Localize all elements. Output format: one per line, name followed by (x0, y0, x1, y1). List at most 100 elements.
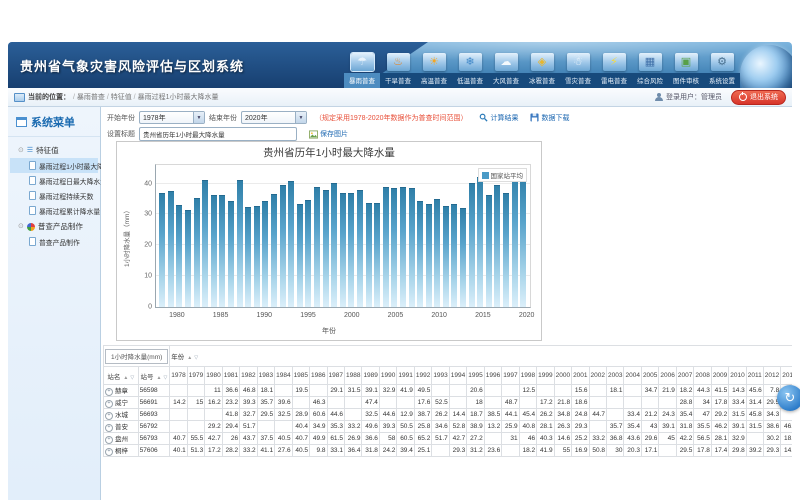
bar-1983[interactable] (202, 180, 208, 307)
bar-1981[interactable] (185, 210, 191, 307)
expander-icon[interactable]: ⊙ (18, 223, 24, 230)
breadcrumb-part[interactable]: 暴雨普查 (77, 94, 105, 101)
bar-1987[interactable] (237, 180, 243, 307)
nav-snow-disaster-survey[interactable]: ☃雪灾普查 (560, 44, 596, 88)
floating-refresh-widget[interactable]: ↻ (777, 385, 800, 411)
bar-1985[interactable] (219, 195, 225, 307)
nav-comprehensive-risk[interactable]: ▦综合风险 (632, 44, 668, 88)
bar-2000[interactable] (348, 193, 354, 307)
filter-icon[interactable]: ▽ (130, 375, 134, 381)
sidebar-item[interactable]: 暴雨过程累计降水量 (10, 203, 98, 218)
bar-2003[interactable] (374, 203, 380, 307)
chart-title-input[interactable] (139, 127, 297, 141)
bar-2005[interactable] (391, 188, 397, 307)
bar-1999[interactable] (340, 193, 346, 307)
bar-2008[interactable] (417, 201, 423, 307)
bar-1992[interactable] (280, 185, 286, 307)
bar-2014[interactable] (469, 183, 475, 307)
sidebar-group[interactable]: ⊙☰特征值 (10, 142, 98, 158)
bar-2019[interactable] (512, 172, 518, 307)
bar-1989[interactable] (254, 206, 260, 307)
end-year-select[interactable]: 2020年 ▼ (241, 111, 307, 124)
expander-icon[interactable]: ⊙ (18, 147, 24, 154)
bar-2009[interactable] (426, 204, 432, 307)
bar-2013[interactable] (460, 208, 466, 307)
sidebar-item[interactable]: 暴雨过程1小时最大降水量 (10, 158, 98, 173)
sidebar-group[interactable]: ⊙普查产品制作 (10, 218, 98, 234)
nav-lightning-survey[interactable]: ⚡雷电普查 (596, 44, 632, 88)
value-cell: 14.2 (170, 397, 187, 409)
bar-2016[interactable] (486, 195, 492, 307)
nav-system-settings[interactable]: ⚙系统设置 (704, 44, 740, 88)
sidebar-item[interactable]: 暴雨过程日最大降水量 (10, 173, 98, 188)
bar-1990[interactable] (262, 201, 268, 307)
breadcrumb-part[interactable]: 特征值 (111, 94, 132, 101)
expand-row-icon[interactable]: + (105, 424, 113, 432)
expand-row-icon[interactable]: + (105, 448, 113, 456)
bar-1986[interactable] (228, 201, 234, 307)
bar-1994[interactable] (297, 204, 303, 307)
bar-1993[interactable] (288, 181, 294, 307)
bar-2015[interactable] (477, 177, 483, 307)
nav-hail-survey[interactable]: ◈冰雹普查 (524, 44, 560, 88)
value-cell: 49.6 (362, 421, 379, 433)
bar-1991[interactable] (271, 194, 277, 307)
bar-2017[interactable] (494, 185, 500, 307)
nav-rainstorm-survey[interactable]: ☂暴雨普查 (344, 44, 380, 88)
expand-row-icon[interactable]: + (105, 400, 113, 408)
value-cell (449, 385, 466, 397)
save-image-link[interactable]: 保存图片 (309, 129, 348, 139)
expand-row-icon[interactable]: + (105, 436, 113, 444)
filter-icon[interactable]: ▽ (163, 375, 167, 381)
sort-icon[interactable]: ▲ (157, 375, 162, 381)
expand-row-icon[interactable]: + (105, 388, 113, 396)
value-cell: 31.4 (746, 397, 763, 409)
year-column-header: 1991 (397, 367, 414, 385)
value-cell: 21.8 (554, 397, 571, 409)
bar-1984[interactable] (211, 195, 217, 307)
bar-1998[interactable] (331, 183, 337, 307)
bar-1978[interactable] (159, 193, 165, 307)
logout-button[interactable]: 退出系统 (731, 90, 786, 105)
bar-2011[interactable] (443, 206, 449, 307)
bar-2012[interactable] (451, 204, 457, 307)
bar-2010[interactable] (434, 199, 440, 307)
bar-1995[interactable] (305, 200, 311, 307)
bar-2020[interactable] (520, 175, 526, 307)
breadcrumb-part[interactable]: 暴雨过程1小时最大降水量 (138, 94, 219, 101)
nav-gale-survey[interactable]: ☁大风普查 (488, 44, 524, 88)
bar-2002[interactable] (366, 203, 372, 307)
bar-1996[interactable] (314, 187, 320, 307)
bar-2001[interactable] (357, 190, 363, 307)
x-axis: 198019851990199520002005201020152020 (155, 312, 531, 321)
value-cell (275, 385, 292, 397)
nav-map-review[interactable]: ▣图件审核 (668, 44, 704, 88)
nav-drought-survey[interactable]: ♨干旱普查 (380, 44, 416, 88)
data-download-link[interactable]: 数据下载 (530, 113, 569, 123)
year-group-header[interactable]: 年份▲▽ (170, 346, 792, 367)
filter-icon[interactable]: ▽ (194, 355, 198, 361)
bar-1979[interactable] (168, 191, 174, 307)
value-cell: 47 (694, 409, 711, 421)
sort-icon[interactable]: ▲ (123, 375, 128, 381)
expand-row-icon[interactable]: + (105, 412, 113, 420)
nav-low-temp-survey[interactable]: ❄低温普查 (452, 44, 488, 88)
station-id-header[interactable]: 站号▲▽ (138, 367, 170, 385)
bar-1980[interactable] (176, 205, 182, 307)
bar-2006[interactable] (400, 187, 406, 307)
bar-1997[interactable] (323, 190, 329, 307)
nav-label: 系统设置 (704, 73, 740, 88)
bar-1982[interactable] (194, 198, 200, 307)
station-name-header[interactable]: 站名▲▽ (104, 367, 139, 385)
sidebar-item[interactable]: 暴雨过程持续天数 (10, 188, 98, 203)
bar-1988[interactable] (245, 207, 251, 307)
sort-icon[interactable]: ▲ (187, 355, 192, 361)
nav-high-temp-survey[interactable]: ☀高温普查 (416, 44, 452, 88)
station-id-cell: 56693 (138, 409, 170, 421)
sidebar-item[interactable]: 普查产品制作 (10, 234, 98, 249)
bar-2007[interactable] (409, 188, 415, 307)
bar-2004[interactable] (383, 187, 389, 307)
start-year-select[interactable]: 1978年 ▼ (139, 111, 205, 124)
calc-results-link[interactable]: 计算结果 (479, 113, 518, 123)
bar-2018[interactable] (503, 193, 509, 307)
